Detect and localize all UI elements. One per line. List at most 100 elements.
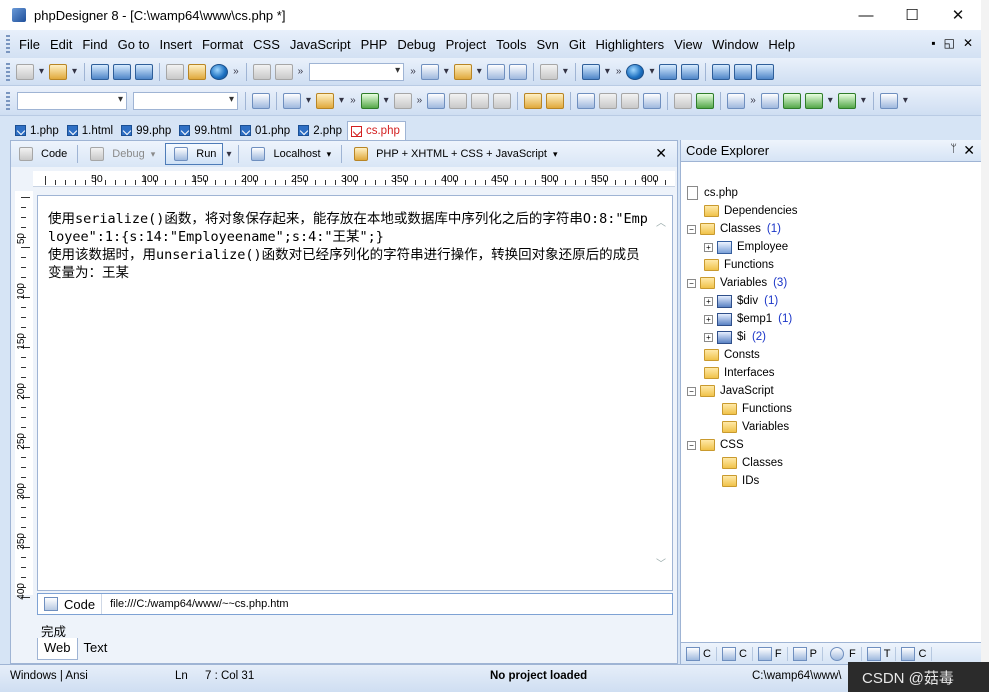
tab-99-html[interactable]: 99.html — [176, 121, 237, 140]
dropdown-icon[interactable]: ▾ — [444, 66, 449, 77]
browser-preview-icon[interactable] — [210, 63, 229, 80]
tab-1-php[interactable]: 1.php — [12, 121, 64, 140]
tree-functions[interactable]: Functions — [704, 256, 774, 274]
tree-js-functions[interactable]: Functions — [722, 400, 792, 418]
select-icon[interactable] — [760, 92, 779, 109]
expand-icon[interactable]: + — [704, 296, 713, 306]
collapse-icon[interactable]: − — [687, 386, 696, 396]
menu-javascript[interactable]: JavaScript — [285, 37, 356, 52]
scroll-down-icon[interactable]: ﹀ — [656, 555, 666, 570]
dropdown-icon[interactable]: ▾ — [339, 95, 344, 106]
menu-svn[interactable]: Svn — [531, 37, 563, 52]
tab-text[interactable]: Text — [78, 638, 114, 660]
tab-ftp[interactable]: F — [823, 646, 862, 661]
tab-code-library[interactable]: C — [717, 646, 753, 661]
filter-next-icon[interactable] — [508, 63, 527, 80]
hand-icon[interactable] — [524, 92, 543, 109]
print-preview-icon[interactable] — [188, 63, 207, 80]
bookmark-icon[interactable] — [420, 63, 439, 80]
preview-area[interactable]: 使用serialize()函数，将对象保存起来，能存放在本地或数据库中序列化之后… — [37, 195, 673, 591]
filter-icon[interactable] — [486, 63, 505, 80]
publish-icon[interactable] — [837, 92, 856, 109]
code-tab-button[interactable]: Code — [38, 594, 103, 614]
collapse-icon[interactable]: − — [687, 278, 696, 288]
dropdown-icon[interactable]: ▾ — [649, 66, 654, 77]
snippet-icon[interactable] — [453, 63, 472, 80]
menu-css[interactable]: CSS — [248, 37, 285, 52]
tree-css[interactable]: − CSS — [687, 436, 744, 454]
menu-git[interactable]: Git — [564, 37, 591, 52]
deploy-icon[interactable] — [581, 63, 600, 80]
dropdown-icon[interactable]: ▾ — [563, 66, 568, 77]
menu-format[interactable]: Format — [197, 37, 248, 52]
tree-variables[interactable]: − Variables (3) — [687, 274, 787, 292]
dropdown-icon[interactable]: ▾ — [903, 95, 908, 106]
copy-icon[interactable] — [274, 63, 293, 80]
tab-99-php[interactable]: 99.php — [118, 121, 176, 140]
menu-php[interactable]: PHP — [356, 37, 393, 52]
tab-comments[interactable]: C — [896, 646, 933, 661]
comment-icon[interactable] — [471, 92, 490, 109]
tree-var-i[interactable]: + $i (2) — [704, 328, 766, 346]
spellcheck-icon[interactable] — [546, 92, 565, 109]
run-dropdown-icon[interactable]: ▾ — [226, 149, 231, 160]
dropdown-icon[interactable]: ▾ — [384, 95, 389, 106]
preview-url[interactable]: file:///C:/wamp64/www/~~cs.php.htm — [110, 598, 289, 610]
tree-interfaces[interactable]: Interfaces — [704, 364, 775, 382]
globe-icon[interactable] — [626, 63, 645, 80]
expand-icon[interactable]: + — [704, 242, 713, 252]
class-combo[interactable] — [17, 91, 127, 110]
save-as-icon[interactable] — [113, 63, 132, 80]
maximize-button[interactable]: ☐ — [889, 0, 935, 30]
collapse-icon[interactable]: − — [687, 224, 696, 234]
mdi-minimize-button[interactable]: ▪ — [931, 36, 935, 50]
tree-css-ids[interactable]: IDs — [722, 472, 759, 490]
tab-todo[interactable]: T — [862, 646, 897, 661]
run-button[interactable]: Run — [165, 143, 224, 165]
toolbar-overflow-icon[interactable]: » — [233, 66, 239, 77]
tab-01-php[interactable]: 01.php — [237, 121, 295, 140]
save-icon[interactable] — [91, 63, 110, 80]
print-icon[interactable] — [166, 63, 185, 80]
tab-project[interactable]: P — [788, 646, 823, 661]
tree-css-classes[interactable]: Classes — [722, 454, 783, 472]
indent-icon[interactable] — [427, 92, 446, 109]
menu-help[interactable]: Help — [763, 37, 800, 52]
menu-goto[interactable]: Go to — [113, 37, 155, 52]
dropdown-icon[interactable]: ▾ — [861, 95, 866, 106]
template-icon[interactable] — [316, 92, 335, 109]
run-debug-icon[interactable] — [360, 92, 379, 109]
toolbar-overflow-icon[interactable]: » — [417, 95, 423, 106]
dropdown-icon[interactable]: ▾ — [605, 66, 610, 77]
menu-highlighters[interactable]: Highlighters — [590, 37, 669, 52]
tree-var-div[interactable]: + $div (1) — [704, 292, 778, 310]
toolbar-overflow-icon[interactable]: » — [410, 66, 416, 77]
table-icon[interactable] — [727, 92, 746, 109]
tree-employee[interactable]: + Employee — [704, 238, 788, 256]
toolbar-overflow-icon[interactable]: » — [298, 66, 304, 77]
tab-file-browser[interactable]: F — [753, 646, 788, 661]
tree-javascript[interactable]: − JavaScript — [687, 382, 774, 400]
goto-icon[interactable] — [252, 92, 270, 109]
export-icon[interactable] — [782, 92, 801, 109]
debug-button[interactable]: Debug ▾ — [82, 143, 161, 165]
expand-icon[interactable]: + — [704, 314, 713, 324]
dropdown-icon[interactable]: ▾ — [828, 95, 833, 106]
menu-tools[interactable]: Tools — [491, 37, 531, 52]
new-dropdown-icon[interactable]: ▾ — [39, 66, 44, 77]
close-panel-icon[interactable]: ✕ — [963, 142, 975, 159]
toolbar-overflow-icon[interactable]: » — [616, 66, 622, 77]
collapse-icon[interactable]: − — [687, 440, 696, 450]
tree-root[interactable]: cs.php — [687, 184, 738, 202]
open-dropdown-icon[interactable]: ▾ — [72, 66, 77, 77]
menu-grip[interactable] — [6, 35, 10, 53]
close-button[interactable]: ✕ — [935, 0, 981, 30]
tree-var-emp1[interactable]: + $emp1 (1) — [704, 310, 792, 328]
localhost-button[interactable]: Localhost ▾ — [243, 143, 337, 165]
new-file-icon[interactable] — [16, 63, 34, 80]
function-combo[interactable] — [133, 91, 238, 110]
window-icon[interactable] — [659, 63, 678, 80]
close-editor-icon[interactable]: ✕ — [655, 145, 667, 162]
split-horizontal-icon[interactable] — [712, 63, 731, 80]
tag-close-icon[interactable] — [621, 92, 640, 109]
